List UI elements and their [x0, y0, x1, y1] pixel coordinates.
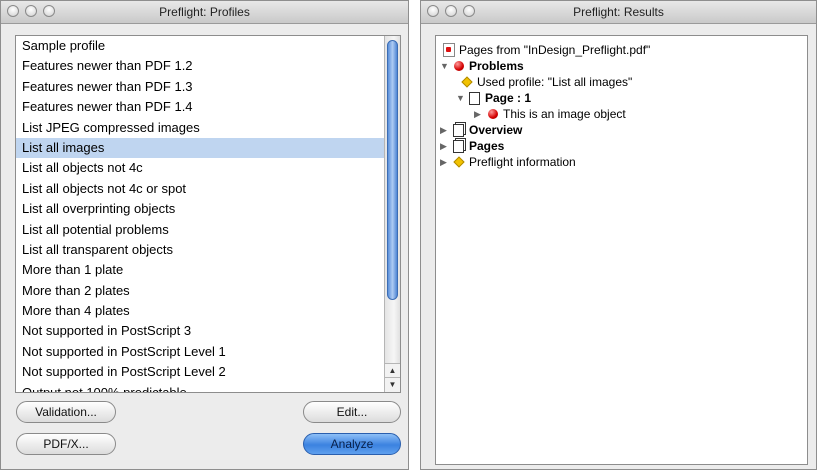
disclosure-closed-icon[interactable]: ▶ — [440, 122, 452, 138]
edit-button[interactable]: Edit... — [303, 401, 401, 423]
results-titlebar[interactable]: Preflight: Results — [421, 1, 816, 24]
profile-list-item[interactable]: More than 1 plate — [16, 260, 384, 280]
tree-image-object-label: This is an image object — [503, 107, 626, 121]
pages-icon — [452, 123, 465, 137]
validation-button[interactable]: Validation... — [16, 401, 116, 423]
disclosure-open-icon[interactable]: ▼ — [440, 58, 452, 74]
scroll-up-arrow-icon[interactable]: ▲ — [385, 363, 400, 378]
disclosure-closed-icon[interactable]: ▶ — [440, 154, 452, 170]
tree-image-object-row[interactable]: ▶ This is an image object — [474, 106, 626, 122]
profiles-list[interactable]: Sample profile Features newer than PDF 1.… — [15, 35, 401, 393]
profile-list-item[interactable]: List all objects not 4c or spot — [16, 179, 384, 199]
tree-pages-label: Pages — [469, 139, 505, 153]
info-diamond-icon — [460, 76, 473, 89]
analyze-button[interactable]: Analyze — [303, 433, 401, 455]
profile-list-item[interactable]: Features newer than PDF 1.3 — [16, 77, 384, 97]
window-title: Preflight: Profiles — [159, 5, 250, 19]
profile-list-item[interactable]: More than 2 plates — [16, 281, 384, 301]
profile-list-item[interactable]: Features newer than PDF 1.4 — [16, 97, 384, 117]
results-tree[interactable]: Pages from "InDesign_Preflight.pdf" ▼ Pr… — [435, 35, 808, 465]
tree-root-row[interactable]: Pages from "InDesign_Preflight.pdf" — [442, 42, 650, 58]
profile-list-item[interactable]: List all images — [16, 137, 384, 159]
tree-root-label: Pages from "InDesign_Preflight.pdf" — [459, 43, 651, 57]
error-icon — [452, 60, 465, 73]
tree-used-profile-row[interactable]: Used profile: "List all images" — [460, 74, 632, 90]
scrollbar-thumb[interactable] — [387, 40, 398, 300]
scroll-down-arrow-icon[interactable]: ▼ — [385, 377, 400, 392]
profile-list-item[interactable]: Not supported in PostScript 3 — [16, 321, 384, 341]
profiles-titlebar[interactable]: Preflight: Profiles — [1, 1, 408, 24]
profile-list-item[interactable]: List all objects not 4c — [16, 158, 384, 178]
tree-pages-row[interactable]: ▶ Pages — [440, 138, 504, 154]
profile-list-item[interactable]: Sample profile — [16, 36, 384, 56]
profile-list-item[interactable]: List JPEG compressed images — [16, 118, 384, 138]
profile-list-item[interactable]: List all overprinting objects — [16, 199, 384, 219]
info-diamond-icon — [452, 156, 465, 169]
profile-list-item[interactable]: List all transparent objects — [16, 240, 384, 260]
vertical-scrollbar[interactable]: ▲ ▼ — [384, 36, 400, 392]
tree-problems-label: Problems — [469, 59, 524, 73]
tree-page-label: Page : 1 — [485, 91, 532, 105]
profiles-window: Preflight: Profiles Sample profile Featur… — [0, 0, 409, 470]
error-icon — [486, 108, 499, 121]
profiles-list-items: Sample profile Features newer than PDF 1.… — [16, 36, 384, 392]
pages-icon — [452, 139, 465, 153]
page-icon — [468, 91, 481, 105]
tree-preflight-info-label: Preflight information — [469, 155, 576, 169]
profile-list-item[interactable]: Not supported in PostScript Level 1 — [16, 342, 384, 362]
disclosure-closed-icon[interactable]: ▶ — [440, 138, 452, 154]
results-window: Preflight: Results Pages from "InDesign_… — [420, 0, 817, 470]
disclosure-open-icon[interactable]: ▼ — [456, 90, 468, 106]
profile-list-item[interactable]: Not supported in PostScript Level 2 — [16, 362, 384, 382]
profile-list-item[interactable]: List all potential problems — [16, 220, 384, 240]
profile-list-item[interactable]: More than 4 plates — [16, 301, 384, 321]
tree-page-row[interactable]: ▼ Page : 1 — [456, 90, 531, 106]
pdfx-button[interactable]: PDF/X... — [16, 433, 116, 455]
profile-list-item[interactable]: Output not 100% predictable — [16, 383, 384, 392]
tree-problems-row[interactable]: ▼ Problems — [440, 58, 524, 74]
tree-overview-row[interactable]: ▶ Overview — [440, 122, 522, 138]
window-title: Preflight: Results — [573, 5, 664, 19]
pdf-document-icon — [442, 43, 455, 57]
disclosure-closed-icon[interactable]: ▶ — [474, 106, 486, 122]
tree-overview-label: Overview — [469, 123, 523, 137]
profile-list-item[interactable]: Features newer than PDF 1.2 — [16, 56, 384, 76]
tree-used-profile-label: Used profile: "List all images" — [477, 75, 633, 89]
tree-preflight-info-row[interactable]: ▶ Preflight information — [440, 154, 576, 170]
